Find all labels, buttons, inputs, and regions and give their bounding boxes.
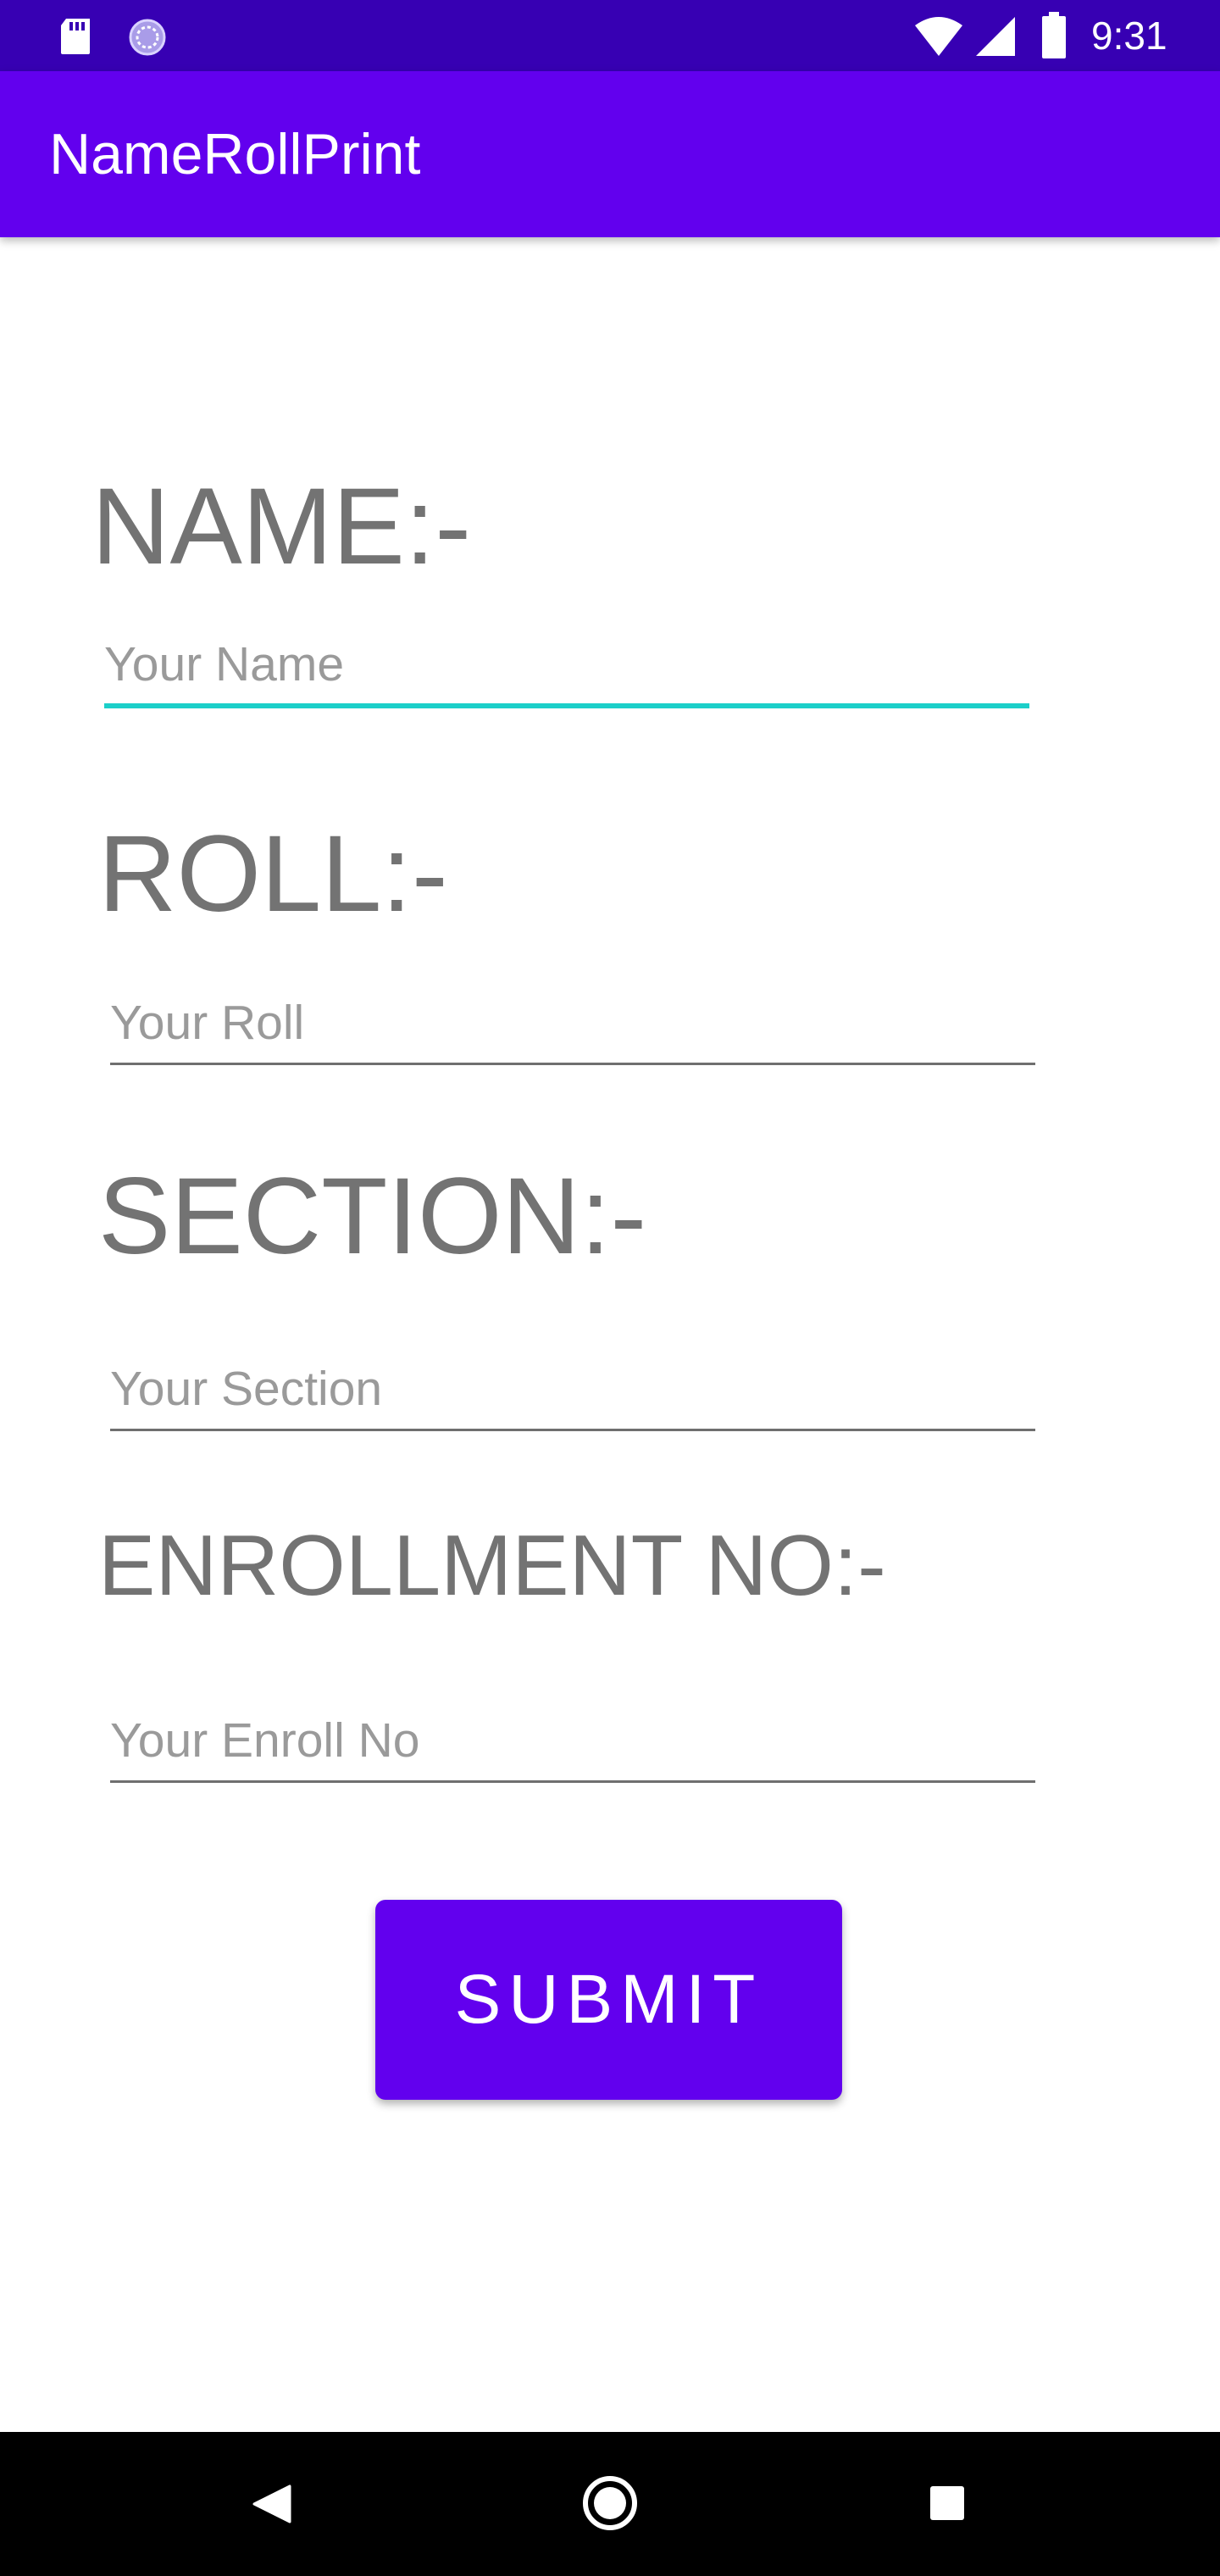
status-time: 9:31: [1091, 14, 1167, 58]
name-input[interactable]: [104, 625, 1029, 708]
navigation-bar: [0, 2432, 1220, 2576]
loading-icon: [129, 19, 166, 56]
wifi-icon: [915, 17, 962, 56]
section-input[interactable]: [110, 1348, 1035, 1431]
roll-label: ROLL:-: [98, 813, 448, 935]
signal-icon: [976, 17, 1015, 56]
roll-input[interactable]: [110, 982, 1035, 1065]
recents-icon[interactable]: [929, 2484, 966, 2522]
enrollment-input[interactable]: [110, 1700, 1035, 1783]
sd-card-icon: [61, 19, 90, 54]
enrollment-label: ENROLLMENT NO:-: [98, 1518, 886, 1613]
back-icon[interactable]: [251, 2483, 293, 2525]
home-icon[interactable]: [581, 2474, 639, 2532]
app-title: NameRollPrint: [49, 122, 421, 186]
name-label: NAME:-: [92, 466, 471, 587]
app-bar: NameRollPrint: [0, 71, 1220, 237]
section-label: SECTION:-: [98, 1156, 647, 1277]
status-bar: 9:31: [0, 0, 1220, 71]
battery-icon: [1042, 12, 1066, 58]
submit-button[interactable]: SUBMIT: [375, 1900, 842, 2100]
